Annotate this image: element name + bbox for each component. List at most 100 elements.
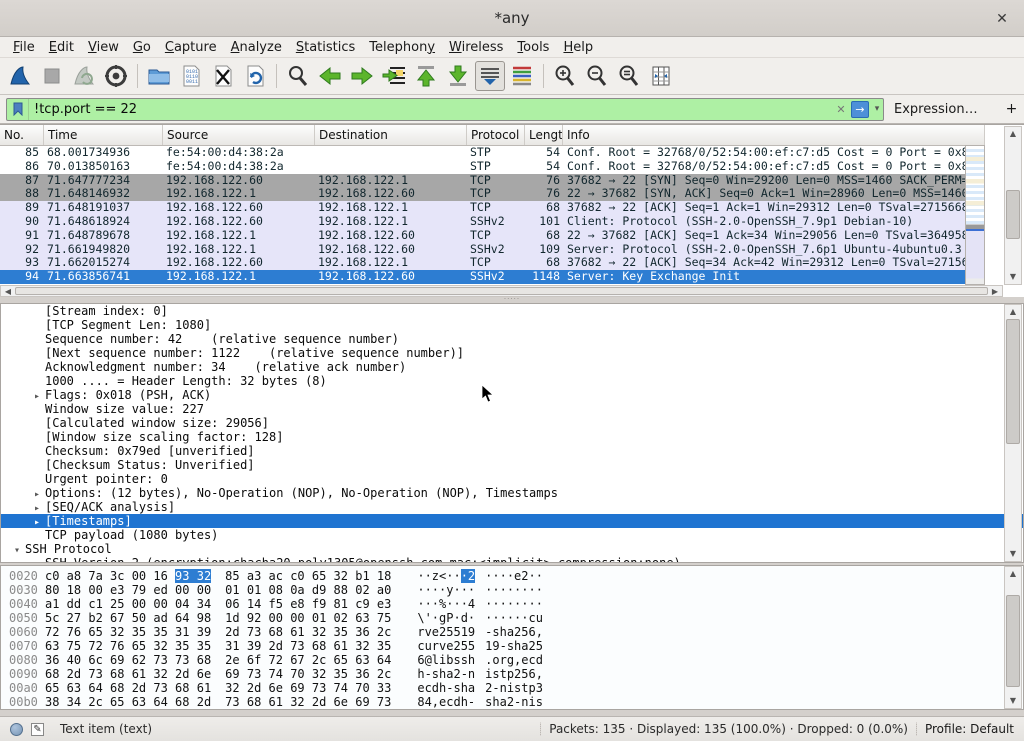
packet-row-92[interactable]: 9271.661949820192.168.122.1192.168.122.6… [0, 243, 985, 257]
detail-line[interactable]: [TCP Segment Len: 1080] [1, 318, 1023, 332]
column-header-len[interactable]: Length [525, 125, 563, 145]
column-header-time[interactable]: Time [44, 125, 163, 145]
go-forward-icon[interactable] [347, 61, 377, 91]
capture-options-icon[interactable] [101, 61, 131, 91]
detail-line[interactable]: TCP payload (1080 bytes) [1, 528, 1023, 542]
detail-line[interactable]: 1000 .... = Header Length: 32 bytes (8) [1, 374, 1023, 388]
packet-row-93[interactable]: 9371.662015274192.168.122.60192.168.122.… [0, 256, 985, 270]
save-file-icon[interactable]: 010101100011 [176, 61, 206, 91]
packet-list-horizontal-scrollbar[interactable]: ◀ ▶ [0, 285, 1003, 297]
scrollbar-thumb[interactable] [15, 287, 988, 295]
resize-columns-icon[interactable] [646, 61, 676, 91]
filter-history-chevron-icon[interactable]: ▾ [871, 104, 883, 114]
menu-capture[interactable]: Capture [158, 39, 224, 56]
detail-line[interactable]: Checksum: 0x79ed [unverified] [1, 444, 1023, 458]
hex-row-0060[interactable]: 006072 76 65 32 35 35 31 392d 73 68 61 3… [1, 625, 1023, 639]
scrollbar-thumb[interactable] [1006, 595, 1020, 688]
zoom-out-icon[interactable] [582, 61, 612, 91]
go-last-icon[interactable] [443, 61, 473, 91]
scroll-down-icon[interactable]: ▼ [1005, 694, 1021, 708]
hex-row-0030[interactable]: 003080 18 00 e3 79 ed 00 0001 01 08 0a d… [1, 583, 1023, 597]
expander-open-icon[interactable]: ▾ [9, 544, 25, 558]
hex-row-0050[interactable]: 00505c 27 b2 67 50 ad 64 981d 92 00 00 0… [1, 611, 1023, 625]
menu-tools[interactable]: Tools [510, 39, 556, 56]
scroll-left-icon[interactable]: ◀ [1, 286, 15, 296]
clear-filter-icon[interactable]: ✕ [833, 103, 849, 116]
status-profile[interactable]: Profile: Default [925, 722, 1014, 736]
packet-row-91[interactable]: 9171.648789678192.168.122.1192.168.122.6… [0, 229, 985, 243]
scroll-down-icon[interactable]: ▼ [1005, 547, 1021, 561]
open-file-icon[interactable] [144, 61, 174, 91]
scroll-right-icon[interactable]: ▶ [988, 286, 1002, 296]
start-capture-icon[interactable] [5, 61, 35, 91]
scrollbar-thumb[interactable] [1006, 190, 1020, 239]
apply-filter-icon[interactable]: → [851, 101, 869, 118]
bytes-vertical-scrollbar[interactable]: ▲ ▼ [1004, 566, 1022, 709]
detail-line[interactable]: [Next sequence number: 1122 (relative se… [1, 346, 1023, 360]
display-filter-value[interactable]: !tcp.port == 22 [29, 102, 833, 117]
hex-row-0090[interactable]: 009068 2d 73 68 61 32 2d 6e69 73 74 70 3… [1, 667, 1023, 681]
auto-scroll-icon[interactable] [475, 61, 505, 91]
menu-statistics[interactable]: Statistics [289, 39, 362, 56]
menu-edit[interactable]: Edit [42, 39, 81, 56]
capture-comment-icon[interactable]: ✎ [31, 723, 44, 736]
close-file-icon[interactable] [208, 61, 238, 91]
add-filter-button[interactable]: + [996, 101, 1024, 117]
hex-row-00b0[interactable]: 00b038 34 2c 65 63 64 68 2d73 68 61 32 2… [1, 695, 1023, 709]
packet-row-88[interactable]: 8871.648146932192.168.122.1192.168.122.6… [0, 187, 985, 201]
menu-go[interactable]: Go [126, 39, 158, 56]
restart-capture-icon[interactable] [69, 61, 99, 91]
scroll-down-icon[interactable]: ▼ [1005, 270, 1021, 284]
detail-line[interactable]: [Stream index: 0] [1, 304, 1023, 318]
reload-file-icon[interactable] [240, 61, 270, 91]
menu-view[interactable]: View [81, 39, 126, 56]
detail-line[interactable]: ▸[SEQ/ACK analysis] [1, 500, 1023, 514]
detail-line[interactable]: ▸SSH Version 2 (encryption:chacha20-poly… [1, 556, 1023, 563]
detail-line[interactable]: ▾SSH Protocol [1, 542, 1023, 556]
menu-file[interactable]: File [6, 39, 42, 56]
detail-line[interactable]: Window size value: 227 [1, 402, 1023, 416]
scrollbar-track[interactable] [1005, 141, 1021, 270]
column-header-info[interactable]: Info [563, 125, 985, 145]
expander-closed-icon[interactable]: ▸ [29, 516, 45, 530]
column-header-dst[interactable]: Destination [315, 125, 467, 145]
go-back-icon[interactable] [315, 61, 345, 91]
detail-line[interactable]: Acknowledgment number: 34 (relative ack … [1, 360, 1023, 374]
colorize-icon[interactable] [507, 61, 537, 91]
column-header-src[interactable]: Source [163, 125, 315, 145]
expander-closed-icon[interactable]: ▸ [29, 558, 45, 563]
scroll-up-icon[interactable]: ▲ [1005, 305, 1021, 319]
filter-bookmark-icon[interactable] [7, 99, 29, 120]
detail-line[interactable]: Sequence number: 42 (relative sequence n… [1, 332, 1023, 346]
stop-capture-icon[interactable] [37, 61, 67, 91]
scroll-up-icon[interactable]: ▲ [1005, 127, 1021, 141]
display-filter-input[interactable]: !tcp.port == 22 ✕ → ▾ [6, 98, 884, 121]
packet-list-vertical-scrollbar[interactable]: ▲ ▼ [1004, 126, 1022, 285]
hex-row-00a0[interactable]: 00a065 63 64 68 2d 73 68 6132 2d 6e 69 7… [1, 681, 1023, 695]
detail-line[interactable]: [Window size scaling factor: 128] [1, 430, 1023, 444]
packet-list-minimap[interactable] [965, 145, 985, 285]
zoom-in-icon[interactable] [550, 61, 580, 91]
scroll-up-icon[interactable]: ▲ [1005, 567, 1021, 581]
hex-row-0080[interactable]: 008036 40 6c 69 62 73 73 682e 6f 72 67 2… [1, 653, 1023, 667]
scrollbar-track[interactable] [1005, 581, 1021, 694]
detail-line[interactable]: ▸[Timestamps] [1, 514, 1023, 528]
menu-telephony[interactable]: Telephony [362, 39, 442, 56]
detail-line[interactable]: ▸Flags: 0x018 (PSH, ACK) [1, 388, 1023, 402]
packet-row-85[interactable]: 8568.001734936fe:54:00:d4:38:2aSTP54Conf… [0, 146, 985, 160]
expert-info-icon[interactable] [10, 723, 23, 736]
menu-help[interactable]: Help [556, 39, 600, 56]
go-to-packet-icon[interactable] [379, 61, 409, 91]
scrollbar-thumb[interactable] [1006, 319, 1020, 444]
detail-line[interactable]: [Calculated window size: 29056] [1, 416, 1023, 430]
column-header-proto[interactable]: Protocol [467, 125, 525, 145]
packet-row-87[interactable]: 8771.647777234192.168.122.60192.168.122.… [0, 174, 985, 188]
column-header-no[interactable]: No. [0, 125, 44, 145]
close-window-icon[interactable]: ✕ [992, 9, 1012, 29]
packet-row-94[interactable]: 9471.663856741192.168.122.1192.168.122.6… [0, 270, 985, 284]
packet-row-86[interactable]: 8670.013850163fe:54:00:d4:38:2aSTP54Conf… [0, 160, 985, 174]
detail-line[interactable]: Urgent pointer: 0 [1, 472, 1023, 486]
details-vertical-scrollbar[interactable]: ▲ ▼ [1004, 304, 1022, 562]
menu-analyze[interactable]: Analyze [224, 39, 289, 56]
hex-row-0020[interactable]: 0020c0 a8 7a 3c 00 16 93 3285 a3 ac c0 6… [1, 569, 1023, 583]
